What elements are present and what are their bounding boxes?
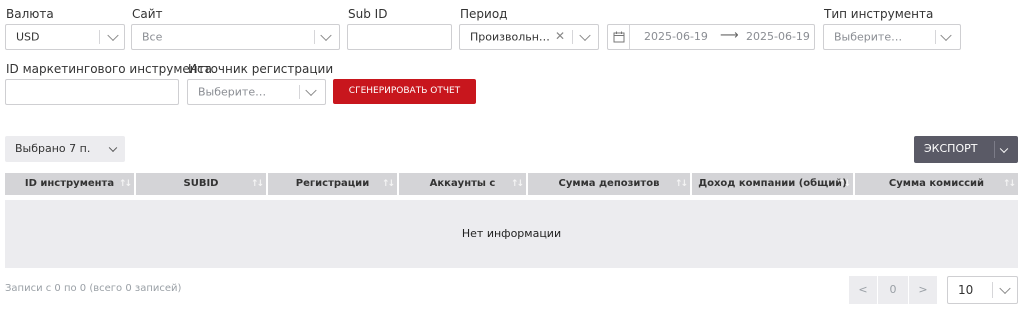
chevron-down-icon [305, 84, 317, 97]
currency-select[interactable]: USD [5, 24, 125, 50]
export-label: ЭКСПОРТ [924, 142, 978, 155]
records-info: Записи с 0 по 0 (всего 0 записей) [5, 283, 182, 294]
period-label: Период [460, 7, 508, 21]
sort-icon[interactable]: ↑↓ [511, 173, 524, 195]
instrument-type-label: Тип инструмента [824, 7, 934, 21]
instrument-type-placeholder: Выберите… [834, 30, 903, 44]
date-from[interactable]: 2025-06-19 [644, 30, 708, 43]
currency-label: Валюта [6, 7, 54, 21]
chevron-down-icon [108, 143, 118, 153]
period-value: Произвольн… [470, 30, 550, 44]
sort-icon[interactable]: ↑↓ [838, 173, 851, 195]
chevron-down-icon [320, 29, 332, 42]
marketing-id-label: ID маркетингового инструмента [6, 62, 212, 76]
calendar-icon[interactable] [608, 25, 630, 49]
reg-source-placeholder: Выберите… [198, 85, 267, 99]
currency-value: USD [16, 30, 40, 44]
column-header-label: Регистрации [295, 178, 370, 189]
select-separator [992, 282, 993, 298]
column-header-instrument-id[interactable]: ID инструмента ↑↓ [5, 173, 134, 195]
column-header-subid[interactable]: SUBID ↑↓ [136, 173, 266, 195]
select-separator [572, 30, 573, 44]
subid-input[interactable] [347, 24, 452, 50]
period-select[interactable]: Произвольн… ✕ [459, 24, 599, 50]
site-label: Сайт [132, 7, 163, 21]
marketing-id-input[interactable] [5, 79, 179, 105]
columns-select-value: Выбрано 7 п. [15, 142, 91, 155]
chevron-down-icon [579, 29, 591, 42]
prev-page-button[interactable]: < [849, 276, 877, 304]
column-header-label: Сумма комиссий [888, 178, 985, 189]
export-button[interactable]: ЭКСПОРТ [914, 136, 1018, 163]
button-separator [994, 141, 995, 158]
column-header-company-income[interactable]: Доход компании (общий) ↑↓ [692, 173, 853, 195]
column-header-deposit-sum[interactable]: Сумма депозитов ↑↓ [528, 173, 690, 195]
chevron-down-icon [999, 144, 1009, 153]
columns-select[interactable]: Выбрано 7 п. [5, 136, 125, 162]
sort-icon[interactable]: ↑↓ [119, 173, 132, 195]
next-page-button[interactable]: > [909, 276, 937, 304]
site-value: Все [142, 30, 163, 44]
chevron-down-icon [940, 29, 952, 42]
column-header-label: Доход компании (общий) [698, 178, 847, 189]
reg-source-select[interactable]: Выберите… [187, 79, 326, 105]
column-header-deposit-accounts[interactable]: Аккаунты с депозитами↑↓ [399, 173, 526, 211]
sort-icon[interactable]: ↑↓ [1003, 173, 1016, 195]
table-empty-message: Нет информации [5, 200, 1018, 268]
instrument-type-select[interactable]: Выберите… [823, 24, 961, 50]
column-header-registrations[interactable]: Регистрации ↑↓ [268, 173, 397, 195]
sort-icon[interactable]: ↑↓ [382, 173, 395, 195]
column-header-label: ID инструмента [24, 178, 115, 189]
chevron-down-icon [107, 29, 119, 42]
chevron-down-icon [999, 282, 1011, 295]
select-separator [299, 85, 300, 99]
reg-source-label: Источник регистрации [188, 62, 334, 76]
site-select[interactable]: Все [131, 24, 340, 50]
select-separator [314, 30, 315, 44]
column-header-label: SUBID [183, 178, 219, 189]
select-separator [935, 30, 936, 44]
column-header-label: Сумма депозитов [558, 178, 660, 189]
generate-report-button[interactable]: СГЕНЕРИРОВАТЬ ОТЧЕТ [333, 79, 476, 104]
date-range-picker[interactable]: 2025-06-19 ⟶ 2025-06-19 [607, 24, 815, 50]
sort-icon[interactable]: ↑↓ [251, 173, 264, 195]
sort-icon[interactable]: ↑↓ [675, 173, 688, 195]
page-size-value: 10 [958, 283, 974, 297]
select-separator [99, 30, 100, 44]
current-page[interactable]: 0 [878, 276, 908, 304]
column-header-commission-sum[interactable]: Сумма комиссий ↑↓ [855, 173, 1018, 195]
arrow-right-icon: ⟶ [720, 28, 739, 43]
clear-icon[interactable]: ✕ [555, 29, 565, 43]
subid-label: Sub ID [348, 7, 388, 21]
date-to[interactable]: 2025-06-19 [746, 30, 810, 43]
page-size-select[interactable]: 10 [947, 276, 1018, 304]
